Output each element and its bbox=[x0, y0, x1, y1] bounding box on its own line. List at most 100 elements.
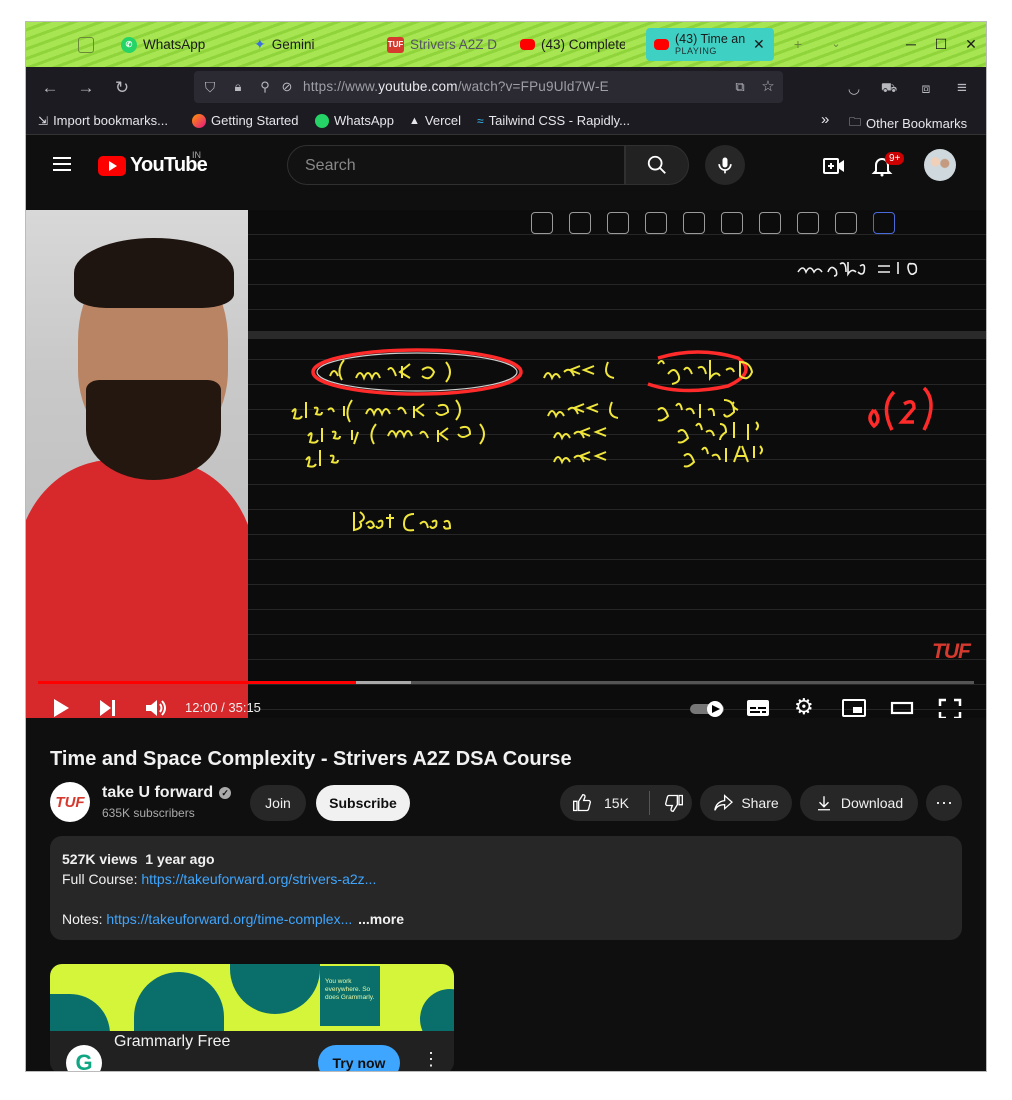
new-tab-icon[interactable]: + bbox=[788, 34, 808, 54]
tab-pinned[interactable] bbox=[78, 28, 96, 61]
bookmark-label: Vercel bbox=[424, 113, 462, 128]
close-window-icon[interactable]: ✕ bbox=[961, 34, 981, 54]
pocket-icon[interactable]: ◡ bbox=[843, 77, 865, 99]
forward-arrow-icon[interactable]: → bbox=[75, 77, 97, 99]
more-actions-button[interactable]: ⋯ bbox=[926, 785, 962, 821]
bookmark-vercel[interactable]: ▲ Vercel bbox=[409, 113, 461, 128]
country-code: IN bbox=[192, 150, 201, 160]
more-bookmarks-icon[interactable]: » bbox=[821, 111, 829, 128]
try-now-button[interactable]: Try now bbox=[318, 1045, 400, 1071]
bookmark-label: Tailwind CSS - Rapidly... bbox=[488, 113, 630, 128]
voice-search-button[interactable] bbox=[705, 145, 745, 185]
import-icon: ⇲ bbox=[38, 113, 49, 128]
video-player[interactable]: TUF 12:00 / 35:15 ⚙ bbox=[26, 210, 986, 718]
tab-whatsapp[interactable]: ✆ WhatsApp bbox=[121, 28, 241, 61]
notes-line: Notes: https://takeuforward.org/time-com… bbox=[62, 911, 404, 927]
tailwind-icon: ≈ bbox=[477, 113, 484, 128]
theater-mode-icon[interactable] bbox=[890, 698, 914, 718]
tab-gemini[interactable]: ✦ Gemini bbox=[254, 28, 374, 61]
channel-name-link[interactable]: take U forward ✓ bbox=[102, 784, 232, 802]
channel-name: take U forward bbox=[102, 784, 214, 801]
tab-strivers[interactable]: TUF Strivers A2Z DS bbox=[387, 28, 497, 61]
next-video-icon[interactable] bbox=[99, 698, 117, 718]
join-label: Join bbox=[265, 795, 291, 811]
bookmark-label: Import bookmarks... bbox=[53, 113, 168, 128]
vercel-icon: ▲ bbox=[409, 114, 420, 127]
bookmark-import[interactable]: ⇲ Import bookmarks... bbox=[38, 113, 168, 128]
ad-banner-image: You work everywhere. So does Grammarly. bbox=[50, 964, 454, 1031]
ad-more-vertical-icon[interactable]: ⋮ bbox=[422, 1049, 440, 1070]
menu-icon[interactable]: ≡ bbox=[951, 77, 973, 99]
miniplayer-icon[interactable] bbox=[842, 698, 866, 718]
shield-icon[interactable]: ⛉ bbox=[199, 76, 221, 98]
tab-youtube-playing[interactable]: (43) Time an PLAYING ✕ bbox=[646, 28, 774, 61]
presenter-hoodie bbox=[26, 460, 248, 718]
settings-gear-icon[interactable]: ⚙ bbox=[794, 694, 814, 718]
reader-view-icon[interactable]: ⧉ bbox=[729, 76, 751, 98]
tab-youtube-complete[interactable]: (43) Complete bbox=[520, 28, 625, 61]
full-course-line: Full Course: https://takeuforward.org/st… bbox=[62, 871, 376, 887]
presenter-hair bbox=[74, 238, 234, 308]
description-box[interactable]: 527K views 1 year ago Full Course: https… bbox=[50, 836, 962, 940]
user-avatar[interactable] bbox=[924, 149, 956, 181]
tab-label: (43) Time an bbox=[675, 33, 746, 46]
video-title: Time and Space Complexity - Strivers A2Z… bbox=[50, 748, 572, 770]
thumbs-down-icon[interactable] bbox=[664, 793, 684, 813]
bookmark-whatsapp[interactable]: WhatsApp bbox=[315, 113, 394, 128]
search-placeholder: Search bbox=[305, 157, 356, 174]
fullscreen-icon[interactable] bbox=[938, 698, 962, 718]
channel-watermark: TUF bbox=[932, 640, 971, 663]
try-now-label: Try now bbox=[332, 1055, 386, 1071]
bookmark-tailwind[interactable]: ≈ Tailwind CSS - Rapidly... bbox=[477, 113, 630, 128]
microphone-icon bbox=[718, 157, 732, 174]
play-icon[interactable] bbox=[52, 698, 70, 718]
bookmark-other[interactable]: 🗀 Other Bookmarks bbox=[849, 113, 967, 134]
view-count: 527K views bbox=[62, 851, 138, 867]
show-more-link[interactable]: ...more bbox=[358, 911, 404, 927]
thumbs-up-icon[interactable] bbox=[572, 793, 592, 813]
download-icon bbox=[817, 796, 830, 811]
autoplay-blocked-icon[interactable]: ⊘ bbox=[276, 76, 298, 98]
browser-window: ✆ WhatsApp ✦ Gemini TUF Strivers A2Z DS … bbox=[26, 22, 986, 1071]
bookmark-getting-started[interactable]: Getting Started bbox=[192, 113, 298, 128]
search-input[interactable]: Search bbox=[287, 145, 625, 185]
like-divider bbox=[648, 791, 650, 815]
join-button[interactable]: Join bbox=[250, 785, 306, 821]
close-tab-icon[interactable]: ✕ bbox=[753, 36, 765, 53]
subscribe-button[interactable]: Subscribe bbox=[316, 785, 410, 821]
youtube-logo[interactable]: YouTube bbox=[98, 154, 208, 177]
bookmark-star-icon[interactable]: ☆ bbox=[757, 76, 779, 98]
tab-playing-label: PLAYING bbox=[675, 46, 717, 56]
tab-label: Gemini bbox=[271, 37, 315, 52]
reload-icon[interactable]: ↻ bbox=[111, 77, 133, 99]
back-arrow-icon[interactable]: ← bbox=[39, 77, 61, 99]
notes-label: Notes: bbox=[62, 911, 103, 927]
search-button[interactable] bbox=[625, 145, 689, 185]
lock-icon[interactable]: 🔒︎ bbox=[227, 76, 249, 98]
url-bar[interactable]: ⛉ 🔒︎ ⚲ ⊘ https://www.youtube.com/watch?v… bbox=[194, 71, 783, 103]
share-button[interactable]: Share bbox=[700, 785, 792, 821]
subtitles-icon[interactable] bbox=[746, 698, 770, 718]
minimize-icon[interactable]: ─ bbox=[901, 34, 921, 54]
extension-car-icon[interactable]: ⛟ bbox=[878, 77, 900, 99]
like-dislike-group: 15K bbox=[560, 785, 692, 821]
progress-bar[interactable] bbox=[38, 681, 974, 684]
tab-list-icon[interactable]: ⌄ bbox=[826, 34, 846, 54]
download-button[interactable]: Download bbox=[800, 785, 918, 821]
url-text[interactable]: https://www.youtube.com/watch?v=FPu9Uld7… bbox=[303, 79, 609, 94]
permissions-icon[interactable]: ⚲ bbox=[254, 76, 276, 98]
full-course-link[interactable]: https://takeuforward.org/strivers-a2z... bbox=[141, 871, 376, 887]
tab-bar: ✆ WhatsApp ✦ Gemini TUF Strivers A2Z DS … bbox=[26, 22, 986, 67]
bookmarks-bar: ⇲ Import bookmarks... Getting Started Wh… bbox=[26, 107, 986, 135]
gemini-icon: ✦ bbox=[254, 36, 266, 52]
upload-age: 1 year ago bbox=[145, 851, 215, 867]
autoplay-toggle[interactable] bbox=[690, 701, 726, 717]
maximize-icon[interactable]: ☐ bbox=[931, 34, 951, 54]
create-video-icon[interactable] bbox=[822, 154, 846, 178]
like-count[interactable]: 15K bbox=[604, 795, 629, 811]
notes-link[interactable]: https://takeuforward.org/time-complex... bbox=[106, 911, 352, 927]
grammarly-ad-card[interactable]: You work everywhere. So does Grammarly. … bbox=[50, 964, 454, 1071]
extensions-icon[interactable]: ⧈ bbox=[915, 77, 937, 99]
volume-icon[interactable] bbox=[145, 698, 167, 718]
channel-avatar[interactable]: TUF bbox=[50, 782, 90, 822]
